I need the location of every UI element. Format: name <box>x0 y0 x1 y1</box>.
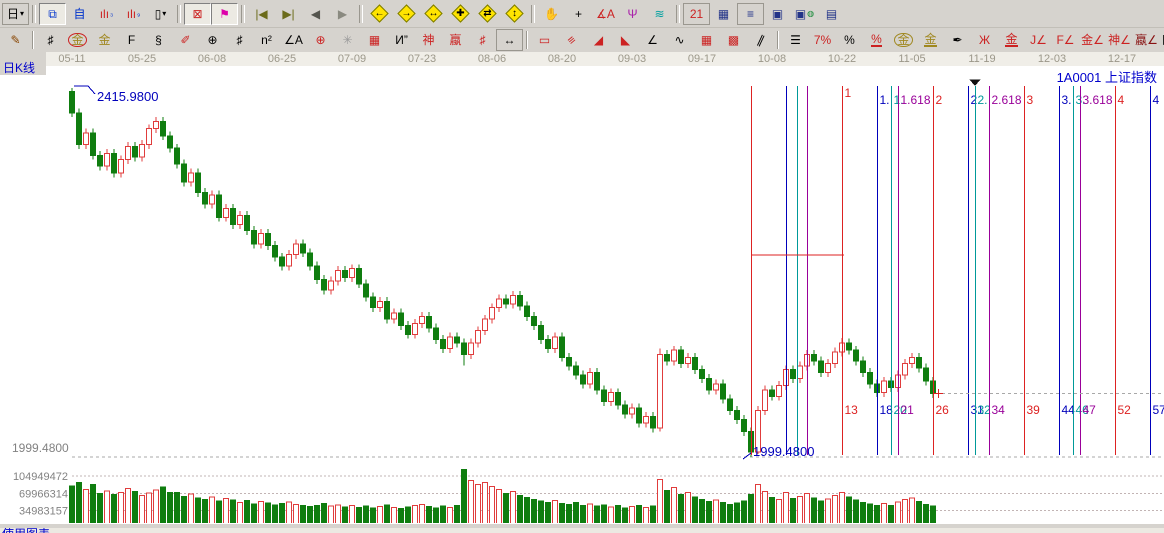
candlestick-series <box>70 88 936 457</box>
volume-series <box>70 470 936 525</box>
low-price-annotation: 1999.4800 <box>753 444 814 459</box>
fib-bottom-label: 57 <box>1153 403 1164 417</box>
low-ref-label: 1999.4800 <box>12 441 69 455</box>
period-label: 日K线 <box>3 59 35 76</box>
bottom-tab-row[interactable]: 使用图表 <box>0 528 1164 533</box>
fib-top-label: 4 <box>1118 93 1125 107</box>
fib-top-label: 2 <box>936 93 943 107</box>
fib-bottom-label: 13 <box>845 403 859 417</box>
fib-time-zone-lines: 1131.181.201.618212262.312.322.618343393… <box>752 86 1164 455</box>
fib-top-label: 4 <box>1153 93 1160 107</box>
period-cell: 日K线 <box>0 52 46 75</box>
fib-bottom-label: 21 <box>901 403 915 417</box>
fib-bottom-label: 52 <box>1118 403 1132 417</box>
fib-top-label: 2.618 <box>992 93 1022 107</box>
fib-top-label: 1.618 <box>901 93 931 107</box>
volume-axis-label: 34983157 <box>19 506 68 518</box>
symbol-legend: 1A0001 上证指数 <box>1057 67 1157 86</box>
fib-top-label: 3. <box>1062 93 1072 107</box>
fib-top-label: 1 <box>845 86 852 100</box>
chart-canvas: 1131.181.201.618212262.312.322.618343393… <box>0 0 1164 533</box>
fib-bottom-label: 26 <box>936 403 950 417</box>
fib-top-label: 1. <box>880 93 890 107</box>
fib-bottom-label: 39 <box>1027 403 1041 417</box>
volume-axis-label: 104949472 <box>13 471 68 483</box>
bottom-status-text: 使用图表 <box>2 528 50 533</box>
volume-axis-label: 69966314 <box>19 488 68 500</box>
fib-bottom-label: 34 <box>992 403 1006 417</box>
high-price-annotation: 2415.9800 <box>97 89 158 104</box>
fib-top-label: 3 <box>1027 93 1034 107</box>
fib-top-label: 2. <box>978 93 988 107</box>
fib-bottom-label: 47 <box>1083 403 1097 417</box>
fib-top-label: 3.618 <box>1083 93 1113 107</box>
stock-chart-app: 日▾⧉自ılı₃ılı₉▯▾⊠⚑|◀▶|◀▶←→↔✚⇄↕✋+∡AΨ≋21▦≡▣▣… <box>0 0 1164 533</box>
marker-triangle-icon <box>970 80 981 87</box>
